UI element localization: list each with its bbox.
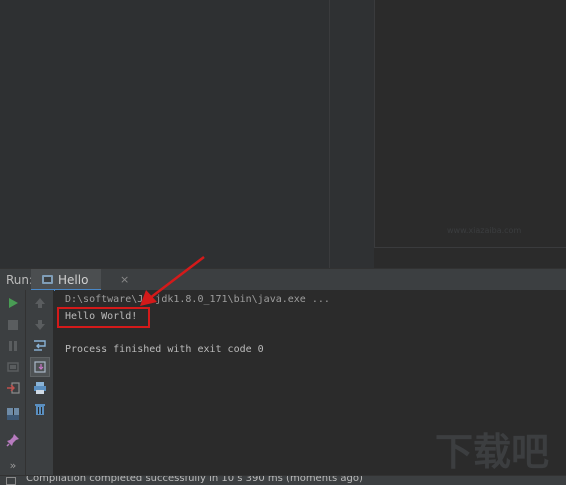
- more-icon[interactable]: »: [5, 457, 21, 473]
- stop-icon[interactable]: [5, 317, 21, 333]
- highlight-box: [57, 307, 150, 328]
- scroll-up-icon[interactable]: [32, 295, 48, 311]
- close-icon[interactable]: ×: [120, 273, 129, 286]
- editor-gutter-pane: [330, 0, 374, 268]
- run-tab-label: Hello: [58, 273, 89, 287]
- status-bar: Compilation completed successfully in 10…: [0, 475, 566, 485]
- run-tab-hello[interactable]: Hello ×: [31, 269, 129, 291]
- console-exit-line: Process finished with exit code 0: [65, 344, 264, 355]
- console-command-line: D:\software\Ja jdk1.8.0_171\bin\java.exe…: [65, 294, 330, 305]
- layout-icon[interactable]: [5, 406, 21, 422]
- scroll-down-icon[interactable]: [32, 317, 48, 333]
- clear-icon[interactable]: [32, 401, 48, 417]
- run-label: Run:: [6, 273, 34, 287]
- pause-icon[interactable]: [5, 338, 21, 354]
- editor-left-pane[interactable]: [0, 0, 329, 268]
- soft-wrap-icon[interactable]: [32, 337, 48, 353]
- watermark-url: www.xiazaiba.com: [447, 226, 522, 235]
- watermark-logo-text: 下载吧: [435, 430, 549, 473]
- pin-icon[interactable]: [5, 432, 21, 448]
- run-toolbar-right: [26, 290, 54, 475]
- run-tool-window-header: Run: Hello ×: [0, 268, 566, 291]
- editor-right-pane[interactable]: [374, 0, 566, 248]
- editor-area: www.xiazaiba.com: [0, 0, 566, 268]
- run-toolbar-left: »: [0, 290, 26, 485]
- console-tab-icon: [42, 275, 53, 284]
- dump-threads-icon[interactable]: [5, 359, 21, 375]
- watermark-logo: 下载吧: [435, 425, 560, 474]
- scroll-to-end-icon[interactable]: [30, 357, 50, 377]
- status-message: Compilation completed successfully in 10…: [26, 475, 363, 484]
- exit-icon[interactable]: [5, 380, 21, 396]
- status-window-icon[interactable]: [6, 477, 16, 485]
- print-icon[interactable]: [32, 380, 48, 396]
- rerun-icon[interactable]: [5, 295, 21, 311]
